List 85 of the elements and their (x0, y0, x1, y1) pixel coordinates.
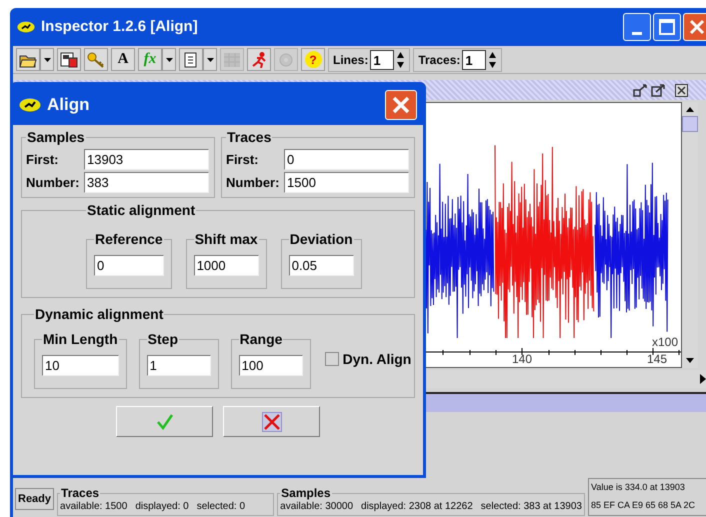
grid-icon (223, 52, 241, 68)
dropdown-button[interactable] (162, 48, 176, 71)
close-icon (392, 96, 410, 114)
toolbar-button[interactable]: A (111, 48, 135, 71)
text-field[interactable]: 13903 (84, 149, 209, 170)
axis-tick-label: 145 (647, 353, 668, 365)
field-label: Number: (226, 174, 280, 192)
cancel-button[interactable] (223, 406, 320, 437)
toolbar-button[interactable] (16, 48, 40, 71)
checkbox-label: Dyn. Align (342, 350, 412, 369)
group-title: Deviation (288, 230, 354, 249)
spinner-arrows-icon[interactable] (396, 50, 406, 70)
text-field[interactable]: 100 (238, 355, 303, 376)
field-label: First: (26, 150, 60, 169)
maximize-icon (659, 19, 675, 35)
window-title: Inspector 1.2.6 [Align] (41, 16, 199, 37)
scroll-right-icon[interactable] (699, 374, 706, 384)
toolbar-button[interactable]: ? (301, 48, 325, 71)
spinner-field[interactable]: 1 (462, 50, 486, 70)
ok-button[interactable] (116, 406, 213, 437)
minimize-button[interactable] (623, 13, 651, 41)
checkbox[interactable] (324, 352, 339, 366)
document-icon (60, 52, 78, 68)
status-text: selected: 383 at 13903 (480, 500, 582, 514)
status-text: available: 1500 (60, 500, 128, 514)
spinner-arrows-icon[interactable] (488, 50, 498, 70)
toolbar-button[interactable] (179, 48, 203, 71)
dropdown-button[interactable] (40, 48, 54, 71)
status-text: 85 EF CA E9 65 68 5A 2C (590, 499, 696, 512)
gear-icon (277, 52, 295, 68)
text-field[interactable]: 0 (94, 255, 164, 276)
close-icon (689, 19, 705, 35)
group-title: Min Length (42, 330, 119, 349)
text-field[interactable]: 1500 (284, 172, 409, 193)
field-label: Number: (26, 174, 80, 192)
group-title: Static alignment (86, 201, 196, 220)
group-title: Samples (26, 128, 86, 147)
close-icon[interactable] (675, 84, 688, 96)
app-logo-icon (17, 21, 35, 33)
caret-icon (166, 58, 172, 62)
status-text: displayed: 0 (135, 500, 189, 514)
checkmark-icon (156, 414, 174, 430)
dropdown-button[interactable] (203, 48, 217, 71)
caret-icon (44, 58, 50, 62)
text-field[interactable]: 0.05 (288, 255, 354, 276)
status-state: Ready (15, 488, 54, 510)
text-field[interactable]: 1 (146, 355, 211, 376)
text-field[interactable]: 10 (42, 355, 119, 376)
status-text: selected: 0 (196, 500, 246, 514)
group-title: Samples (280, 487, 332, 499)
text-field[interactable]: 383 (84, 172, 209, 193)
spinner-label: Traces: (418, 52, 460, 68)
restore-icon[interactable] (633, 84, 647, 96)
text-field[interactable]: 0 (284, 149, 409, 170)
app-logo-icon (19, 98, 41, 112)
axis-tick-label: 140 (512, 353, 532, 365)
running-figure-icon (250, 52, 268, 68)
close-button[interactable] (683, 13, 706, 41)
toolbar-button[interactable] (57, 48, 81, 71)
minimize-icon (632, 32, 642, 35)
group-title: Dynamic alignment (34, 305, 164, 324)
group-title: Step (146, 330, 179, 349)
group-title: Shift max (194, 230, 259, 249)
maximize-button[interactable] (653, 13, 681, 41)
dialog-title: Align (47, 94, 90, 116)
field-label: First: (226, 150, 260, 169)
axis-scale-label: x100 (652, 336, 678, 348)
status-text: displayed: 2308 at 12262 (361, 500, 473, 514)
key-icon (87, 52, 105, 68)
group-title: Reference (94, 230, 164, 249)
cross-icon (262, 412, 282, 432)
spinner-field[interactable]: 1 (370, 50, 394, 70)
status-text: Value is 334.0 at 13903 (590, 481, 686, 494)
caret-icon (206, 58, 214, 62)
page-icon (184, 52, 198, 68)
scroll-thumb[interactable] (682, 116, 698, 132)
close-button[interactable] (385, 90, 417, 120)
group-title: Traces (60, 487, 100, 499)
spinner-label: Lines: (333, 52, 368, 68)
group-title: Traces (226, 128, 272, 147)
text-field[interactable]: 1000 (194, 255, 259, 276)
status-text: available: 30000 (280, 500, 354, 514)
group-title: Range (238, 330, 284, 349)
maximize-icon[interactable] (651, 84, 665, 96)
vertical-scrollbar[interactable] (682, 102, 698, 368)
